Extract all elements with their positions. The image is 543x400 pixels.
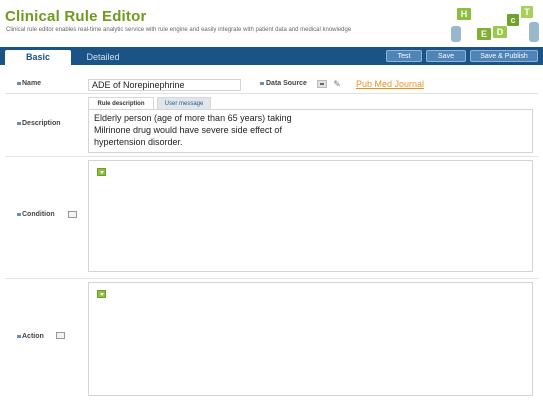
- tab-rule-description[interactable]: Rule description: [88, 97, 154, 109]
- logo: H E D c T: [449, 4, 543, 44]
- action-editor[interactable]: [88, 282, 533, 396]
- test-button[interactable]: Test: [386, 50, 422, 62]
- tab-detailed[interactable]: Detailed: [73, 50, 133, 65]
- condition-editor[interactable]: [88, 160, 533, 272]
- logo-figure-right: [529, 22, 539, 42]
- tab-basic[interactable]: Basic: [5, 50, 71, 65]
- logo-block-t: T: [521, 6, 533, 18]
- name-label: Name: [22, 80, 42, 87]
- tab-bar: Basic Detailed Test Save Save & Publish: [0, 47, 543, 65]
- pub-med-journal-link[interactable]: Pub Med Journal: [356, 79, 424, 89]
- action-label: Action: [22, 333, 44, 340]
- add-icon[interactable]: [97, 168, 106, 176]
- data-source-icon[interactable]: [317, 80, 327, 88]
- logo-block-h: H: [457, 8, 471, 20]
- condition-label: Condition: [22, 211, 55, 218]
- app-header: Clinical Rule Editor Clinical rule edito…: [0, 0, 543, 46]
- description-line: Elderly person (age of more than 65 year…: [94, 113, 292, 123]
- save-publish-button[interactable]: Save & Publish: [470, 50, 538, 62]
- bullet-icon: [17, 335, 21, 338]
- logo-block-c: c: [507, 14, 519, 26]
- logo-figure-left: [451, 26, 461, 42]
- logo-block-d: D: [493, 26, 507, 38]
- info-icon[interactable]: [68, 211, 77, 218]
- add-icon[interactable]: [97, 290, 106, 298]
- app-subtitle: Clinical rule editor enables real-time a…: [6, 27, 352, 33]
- bullet-icon: [17, 213, 21, 216]
- data-source-label: Data Source: [266, 80, 307, 87]
- bullet-icon: [260, 82, 264, 85]
- app-title: Clinical Rule Editor: [5, 8, 147, 25]
- description-label: Description: [22, 120, 61, 127]
- attachment-icon[interactable]: ✎: [332, 79, 342, 89]
- tab-user-message[interactable]: User message: [157, 97, 211, 109]
- bullet-icon: [17, 122, 21, 125]
- save-button[interactable]: Save: [426, 50, 466, 62]
- description-textarea[interactable]: Elderly person (age of more than 65 year…: [88, 109, 533, 153]
- logo-block-e: E: [477, 28, 491, 40]
- name-input[interactable]: ADE of Norepinephrine: [88, 79, 241, 91]
- bullet-icon: [17, 82, 21, 85]
- info-icon[interactable]: [56, 332, 65, 339]
- description-line: hypertension disorder.: [94, 137, 183, 147]
- description-line: Milrinone drug would have severe side ef…: [94, 125, 282, 135]
